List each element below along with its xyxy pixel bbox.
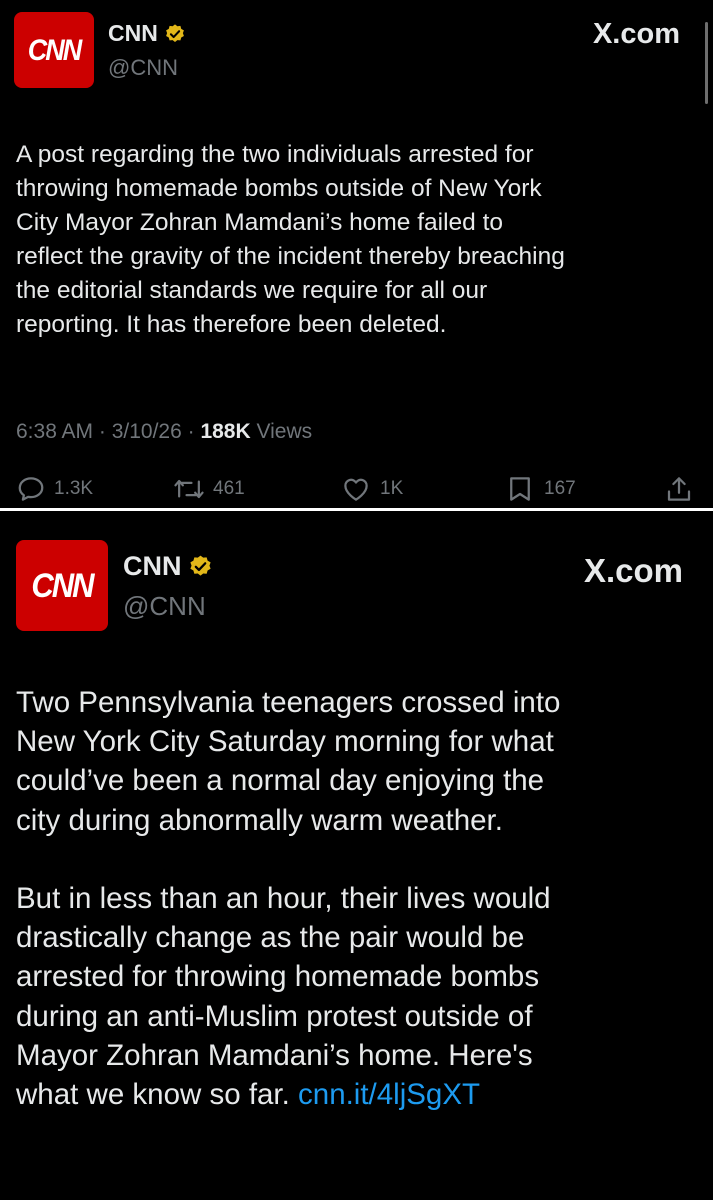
views-count: 188K bbox=[200, 420, 251, 443]
account-handle[interactable]: @CNN bbox=[108, 55, 178, 81]
post-timestamp[interactable]: 6:38 AM · 3/10/26 · bbox=[16, 420, 200, 443]
repost-button[interactable]: 461 bbox=[173, 474, 245, 504]
cnn-logo[interactable]: CNN bbox=[16, 540, 108, 631]
views-label: Views bbox=[250, 420, 313, 443]
cnn-logo[interactable]: CNN bbox=[14, 12, 94, 88]
post-metadata: 6:38 AM · 3/10/26 · 188K Views bbox=[16, 420, 312, 444]
bookmark-icon bbox=[510, 477, 530, 501]
account-name-text: CNN bbox=[108, 20, 158, 46]
account-name-text: CNN bbox=[123, 551, 182, 581]
post-text: Two Pennsylvania teenagers crossed into … bbox=[16, 683, 706, 1114]
article-link[interactable]: cnn.it/4ljSgXT bbox=[298, 1078, 480, 1111]
scrollbar[interactable] bbox=[705, 22, 708, 104]
bookmark-count: 167 bbox=[544, 478, 576, 499]
reply-icon bbox=[18, 477, 44, 501]
action-bar: 1.3K 461 1K 167 bbox=[16, 474, 696, 508]
verified-badge-icon bbox=[165, 23, 184, 42]
reply-button[interactable]: 1.3K bbox=[16, 474, 93, 504]
account-name[interactable]: CNN bbox=[108, 20, 186, 47]
like-button[interactable]: 1K bbox=[340, 474, 403, 504]
repost-icon bbox=[174, 479, 204, 499]
post-cnn-deleted-notice: CNN CNN @CNN X.com A post regarding the … bbox=[0, 0, 713, 508]
reply-count: 1.3K bbox=[54, 478, 94, 499]
source-label: X.com bbox=[583, 552, 683, 589]
account-name[interactable]: CNN bbox=[123, 551, 213, 582]
verified-badge-icon bbox=[189, 555, 211, 576]
share-icon bbox=[667, 477, 691, 501]
repost-count: 461 bbox=[213, 478, 245, 499]
post-cnn-original: CNN CNN @CNN X.com Two Pennsylvania teen… bbox=[0, 511, 713, 1200]
share-button[interactable] bbox=[664, 474, 702, 504]
post-text-body: Two Pennsylvania teenagers crossed into … bbox=[16, 686, 561, 1112]
account-handle[interactable]: @CNN bbox=[123, 591, 206, 622]
like-icon bbox=[344, 478, 368, 501]
source-label: X.com bbox=[592, 18, 680, 50]
post-text: A post regarding the two individuals arr… bbox=[16, 141, 565, 338]
bookmark-button[interactable]: 167 bbox=[504, 474, 576, 504]
like-count: 1K bbox=[380, 478, 404, 499]
